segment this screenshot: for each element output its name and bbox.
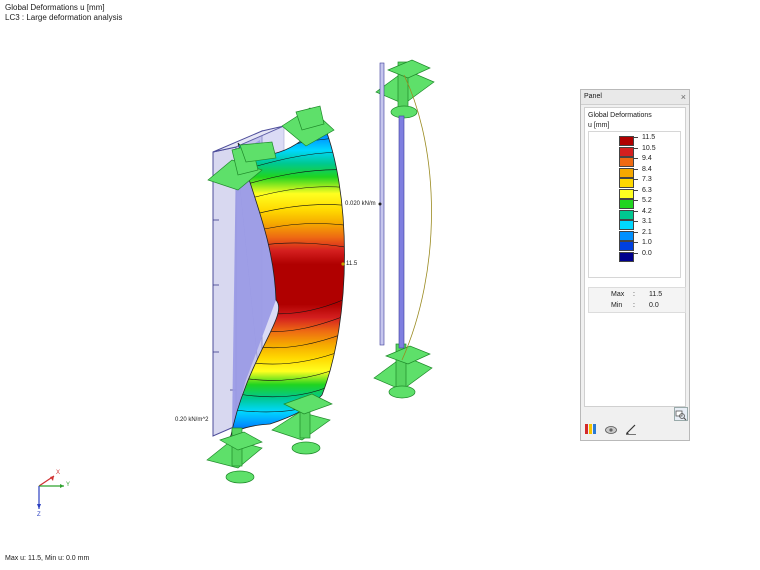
panel-body: Global Deformations u [mm] 11.5 10.5 9.4 8.… (584, 107, 688, 421)
line-load-label: 0.020 kN/m (345, 201, 376, 207)
area-load-label: 0.20 kN/m^2 (175, 417, 209, 423)
scale-tick (634, 158, 638, 159)
scale-tick (634, 147, 638, 149)
scale-value: 6.3 (642, 186, 652, 194)
panel-result-title: Global Deformations (588, 112, 652, 119)
scale-tick (634, 137, 638, 138)
scale-value: 7.3 (642, 176, 652, 183)
scale-value: 5.2 (642, 197, 652, 204)
magnify-icon (675, 410, 687, 421)
max-min-summary: Max : 11.5 Min : 0.0 (588, 287, 686, 313)
axis-y-label: Y (66, 482, 71, 488)
scale-swatch (619, 241, 634, 251)
scale-value: 3.1 (642, 218, 652, 225)
max-label: Max (611, 291, 625, 298)
scale-swatch (619, 230, 634, 241)
view-tab[interactable] (604, 422, 620, 436)
scale-value: 8.4 (642, 165, 652, 173)
scale-value: 11.5 (642, 134, 656, 141)
axis-z-label: Z (37, 512, 41, 518)
color-scale-tab[interactable] (584, 422, 600, 436)
panel-unit-label: u [mm] (588, 122, 610, 129)
axis-x-label: X (56, 470, 61, 476)
scale-swatch (619, 136, 634, 146)
scale-swatch (619, 220, 634, 230)
min-sep: : (633, 302, 635, 309)
scale-swatch (619, 157, 634, 167)
scale-tick (634, 242, 638, 243)
axis-triad (37, 475, 64, 509)
scale-tick (634, 179, 638, 180)
status-bar-text: Max u: 11.5, Min u: 0.0 mm (5, 555, 90, 562)
scale-tick (634, 189, 638, 191)
min-value: 0.0 (649, 302, 659, 309)
color-bars-icon (585, 424, 596, 434)
scale-swatch (619, 167, 634, 178)
scale-tick (634, 221, 638, 222)
settings-tab[interactable] (624, 422, 640, 436)
scale-tick (634, 210, 638, 212)
max-point-marker (341, 262, 345, 266)
max-value: 11.5 (649, 291, 663, 298)
model-viewport[interactable]: Global Deformations u [mm] LC3 : Large d… (0, 0, 760, 570)
close-icon[interactable]: × (681, 90, 686, 104)
scale-swatch (619, 188, 634, 199)
scale-value: 4.2 (642, 207, 652, 215)
scale-swatch (619, 251, 634, 262)
scale-swatch (619, 199, 634, 209)
max-value-label: 11.5 (346, 261, 358, 267)
scale-tick (634, 168, 638, 170)
panel-titlebar[interactable]: Panel × (581, 90, 689, 105)
scale-swatch (619, 178, 634, 188)
display-icon (605, 426, 617, 434)
scale-swatch (619, 146, 634, 157)
scale-value: 1.0 (642, 239, 652, 246)
result-panel[interactable]: Panel × Global Deformations u [mm] 11.5 1… (580, 89, 690, 441)
scale-value: 9.4 (642, 155, 652, 162)
edit-icon (626, 424, 636, 435)
max-sep: : (633, 291, 635, 298)
min-label: Min (611, 302, 623, 309)
scale-tick (634, 231, 638, 233)
scale-value: 2.1 (642, 228, 652, 236)
color-scale: 11.5 10.5 9.4 8.4 7.3 6.3 5.2 4.2 3.1 2.1 1.0 0.0 (588, 131, 681, 278)
panel-title: Panel (584, 93, 602, 100)
scale-tick (634, 200, 638, 201)
scale-swatch (619, 209, 634, 220)
scale-value: 10.5 (642, 144, 656, 152)
scale-tick (634, 252, 638, 254)
magnify-tool-button[interactable] (674, 407, 688, 421)
scale-value: 0.0 (642, 249, 652, 257)
